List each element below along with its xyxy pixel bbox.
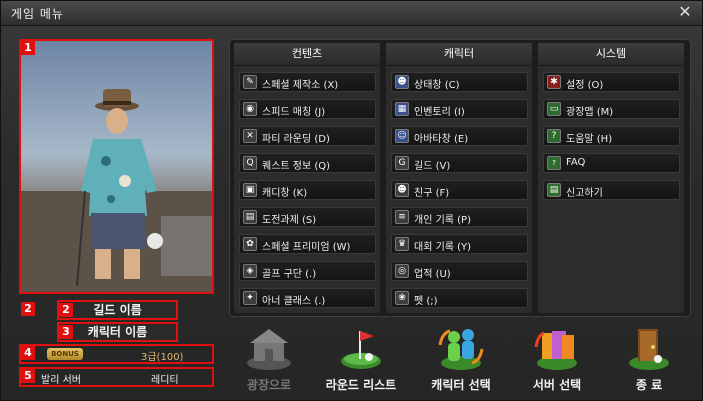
map-icon: ▭	[547, 102, 561, 116]
menu-item-status[interactable]: ☻ 상태창 (C)	[391, 72, 528, 92]
grade-bar: 4 BONUS 3급(100)	[19, 344, 214, 364]
go-to-plaza-button[interactable]: 광장으로	[225, 323, 313, 395]
marker-4: 4	[21, 346, 35, 360]
person-icon: ☻	[395, 75, 409, 89]
game-menu-window: 게임 메뉴 ✕ 1 2 길드 이름 2 캐릭터 이름 3 4 BONUS 3급(…	[0, 0, 703, 401]
menu-column-character: 캐릭터 ☻ 상태창 (C) ▦ 인벤토리 (I) ☺ 아바타창 (E) G 길드 (V)…	[386, 43, 532, 313]
menu-item-faq[interactable]: ? FAQ	[543, 153, 680, 173]
menu-column-system: 시스템 ✱ 설정 (O) ▭ 광장맵 (M) ? 도움말 (H) ? FAQ ▤ 신고하기	[538, 43, 684, 313]
clubs-icon: ✕	[243, 129, 257, 143]
character-name: 캐릭터 이름	[87, 325, 148, 339]
menu-item-tournament-record[interactable]: ♛ 대회 기록 (Y)	[391, 234, 528, 254]
gear-icon: ✱	[547, 75, 561, 89]
server-select-label: 서버 선택	[532, 378, 582, 392]
faq-icon: ?	[547, 156, 561, 170]
menu-item-quest-info[interactable]: Q 퀘스트 정보 (Q)	[239, 153, 376, 173]
challenge-icon: ▤	[243, 210, 257, 224]
menu-item-guild[interactable]: G 길드 (V)	[391, 153, 528, 173]
golf-flag-icon	[341, 331, 381, 369]
column-header-contents: 컨텐츠	[234, 43, 380, 66]
exit-button[interactable]: 종 료	[605, 323, 693, 395]
menu-item-special-premium[interactable]: ✿ 스페셜 프리미엄 (W)	[239, 234, 376, 254]
marker-2-badge: 2	[59, 303, 73, 317]
caddie-icon: ▣	[243, 183, 257, 197]
menu-item-party-rounding[interactable]: ✕ 파티 라운딩 (D)	[239, 126, 376, 146]
marker-2: 2	[21, 302, 35, 316]
record-icon: ≡	[395, 210, 409, 224]
marker-5: 5	[21, 369, 35, 383]
eagle-icon: ✦	[243, 291, 257, 305]
menu-item-personal-record[interactable]: ≡ 개인 기록 (P)	[391, 207, 528, 227]
paw-icon: ❀	[395, 291, 409, 305]
exit-door-icon	[629, 329, 669, 370]
server-bar: 5 발리 서버 레디티	[19, 367, 214, 387]
medal-icon: ◎	[395, 264, 409, 278]
trophy-icon: ♛	[395, 237, 409, 251]
menu-column-contents: 컨텐츠 ✎ 스페셜 제작소 (X) ◉ 스피드 매칭 (J) ✕ 파티 라운딩 (D)…	[234, 43, 380, 313]
server-select-button[interactable]: 서버 선택	[513, 323, 601, 395]
title-bar: 게임 메뉴 ✕	[1, 1, 702, 26]
column-header-character: 캐릭터	[386, 43, 532, 66]
close-button[interactable]: ✕	[676, 3, 694, 21]
menu-panel: 컨텐츠 ✎ 스페셜 제작소 (X) ◉ 스피드 매칭 (J) ✕ 파티 라운딩 (D)…	[229, 39, 691, 317]
menu-item-golf-club[interactable]: ◈ 골프 구단 (.)	[239, 261, 376, 281]
help-icon: ?	[547, 129, 561, 143]
menu-item-achievements[interactable]: ◎ 업적 (U)	[391, 261, 528, 281]
avatar-icon: ☺	[395, 129, 409, 143]
channel-name: 레디티	[151, 375, 179, 386]
speed-icon: ◉	[243, 102, 257, 116]
server-name: 발리 서버	[41, 375, 81, 386]
grade-value: 3급(100)	[141, 352, 184, 363]
marker-1: 1	[21, 41, 35, 55]
column-header-system: 시스템	[538, 43, 684, 66]
server-select-icon	[534, 331, 577, 370]
close-icon: ✕	[678, 2, 692, 21]
exit-label: 종 료	[635, 378, 663, 392]
round-list-label: 라운드 리스트	[325, 378, 397, 392]
bag-icon: ▦	[395, 102, 409, 116]
character-avatar-image	[21, 89, 212, 292]
menu-item-avatar[interactable]: ☺ 아바타창 (E)	[391, 126, 528, 146]
plaza-icon	[247, 329, 291, 370]
go-to-plaza-label: 광장으로	[246, 378, 292, 392]
menu-item-challenges[interactable]: ▤ 도전과제 (S)	[239, 207, 376, 227]
menu-item-plaza-map[interactable]: ▭ 광장맵 (M)	[543, 99, 680, 119]
character-portrait: 1	[19, 39, 214, 294]
premium-icon: ✿	[243, 237, 257, 251]
bonus-badge: BONUS	[47, 348, 83, 360]
menu-item-honor-class[interactable]: ✦ 아너 클래스 (.)	[239, 288, 376, 308]
menu-item-caddie[interactable]: ▣ 캐디창 (K)	[239, 180, 376, 200]
guild-name: 길드 이름	[93, 303, 142, 317]
character-select-label: 캐릭터 선택	[431, 378, 491, 392]
marker-3: 3	[59, 325, 73, 339]
wrench-icon: ✎	[243, 75, 257, 89]
character-select-icon	[438, 329, 484, 370]
menu-item-pet[interactable]: ❀ 펫 (;)	[391, 288, 528, 308]
friends-icon: ☻	[395, 183, 409, 197]
round-list-button[interactable]: 라운드 리스트	[317, 323, 405, 395]
guild-name-box: 2 길드 이름	[21, 300, 178, 320]
quest-icon: Q	[243, 156, 257, 170]
menu-item-friends[interactable]: ☻ 친구 (F)	[391, 180, 528, 200]
report-icon: ▤	[547, 183, 561, 197]
menu-item-report[interactable]: ▤ 신고하기	[543, 180, 680, 200]
menu-item-help[interactable]: ? 도움말 (H)	[543, 126, 680, 146]
shield-icon: ◈	[243, 264, 257, 278]
menu-item-settings[interactable]: ✱ 설정 (O)	[543, 72, 680, 92]
character-name-box: 캐릭터 이름	[57, 322, 178, 342]
menu-item-inventory[interactable]: ▦ 인벤토리 (I)	[391, 99, 528, 119]
character-select-button[interactable]: 캐릭터 선택	[417, 323, 505, 395]
menu-item-special-workshop[interactable]: ✎ 스페셜 제작소 (X)	[239, 72, 376, 92]
menu-item-speed-matching[interactable]: ◉ 스피드 매칭 (J)	[239, 99, 376, 119]
window-title: 게임 메뉴	[11, 7, 64, 21]
guild-icon: G	[395, 156, 409, 170]
